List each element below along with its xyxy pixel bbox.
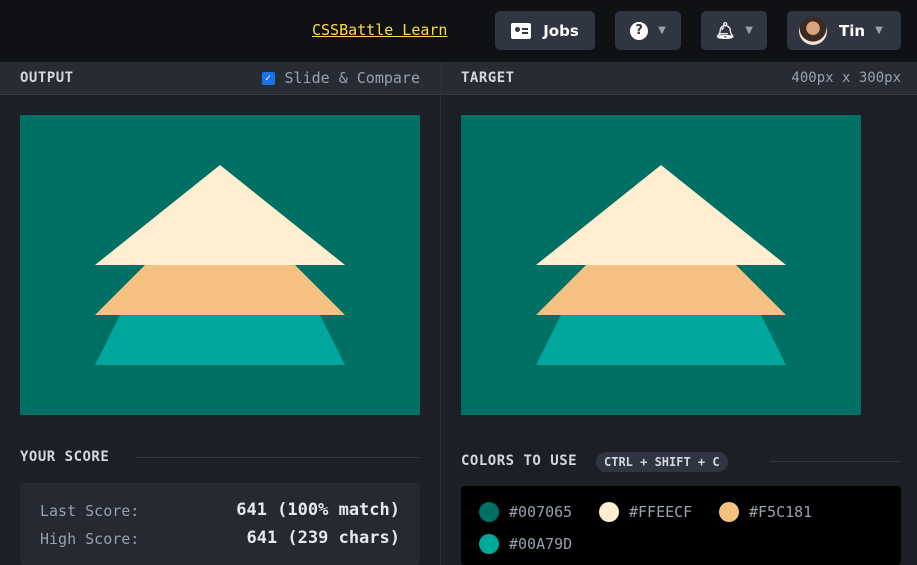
color-dot <box>479 502 499 522</box>
colors-section-title: COLORS TO USE <box>461 453 578 469</box>
color-hex: #F5C181 <box>749 503 813 521</box>
slide-compare-label: Slide & Compare <box>284 69 420 87</box>
chevron-down-icon: ▼ <box>658 25 666 36</box>
avatar <box>799 16 827 45</box>
top-triangle <box>536 165 786 265</box>
middle-band <box>536 265 786 315</box>
score-section-title: YOUR SCORE <box>20 449 110 465</box>
divider <box>136 457 420 458</box>
question-icon: ? <box>630 21 649 40</box>
color-dot <box>599 502 619 522</box>
user-menu-button[interactable]: Tin ▼ <box>787 11 901 50</box>
bell-icon: 🔔︎ <box>714 21 736 40</box>
target-title: TARGET <box>461 70 515 86</box>
chevron-down-icon: ▼ <box>875 25 883 36</box>
bottom-band <box>95 315 345 365</box>
high-score-label: High Score: <box>40 530 140 548</box>
color-hex: #00A79D <box>509 535 573 553</box>
last-score-value: 641 (100% match) <box>236 500 400 520</box>
color-hex: #007065 <box>509 503 573 521</box>
color-swatch[interactable]: #FFEECF <box>599 502 692 522</box>
high-score-value: 641 (239 chars) <box>246 528 400 548</box>
output-canvas[interactable] <box>20 115 420 415</box>
target-panel-header: TARGET 400px x 300px <box>441 62 917 95</box>
last-score-label: Last Score: <box>40 502 140 520</box>
color-dot <box>719 502 739 522</box>
user-name: Tin <box>839 21 866 40</box>
divider <box>770 461 901 462</box>
cssbattle-learn-link[interactable]: CSSBattle Learn <box>312 21 447 39</box>
slide-compare-toggle[interactable]: ✓ Slide & Compare <box>261 69 420 87</box>
bottom-band <box>536 315 786 365</box>
help-menu-button[interactable]: ? ▼ <box>615 11 681 50</box>
middle-band <box>95 265 345 315</box>
notifications-button[interactable]: 🔔︎ ▼ <box>701 11 767 50</box>
colors-palette: #007065 #FFEECF #F5C181 #00A79D <box>461 486 901 565</box>
color-swatch[interactable]: #007065 <box>479 502 572 522</box>
checkbox-checked-icon[interactable]: ✓ <box>261 71 275 85</box>
output-render <box>95 165 345 365</box>
panel-divider[interactable] <box>440 62 441 565</box>
color-hex: #FFEECF <box>629 503 693 521</box>
top-bar: CSSBattle Learn Jobs ? ▼ 🔔︎ ▼ Tin ▼ <box>0 0 917 62</box>
last-score-row: Last Score: 641 (100% match) <box>40 500 400 522</box>
score-card: Last Score: 641 (100% match) High Score:… <box>20 483 420 565</box>
target-render <box>536 165 786 365</box>
shortcut-badge: CTRL + SHIFT + C <box>596 452 728 472</box>
output-panel-header: OUTPUT ✓ Slide & Compare <box>0 62 440 95</box>
id-card-icon <box>511 22 532 39</box>
color-swatch[interactable]: #F5C181 <box>719 502 812 522</box>
canvas-dimensions: 400px x 300px <box>791 70 901 86</box>
color-dot <box>479 534 499 554</box>
jobs-button-label: Jobs <box>543 21 579 40</box>
top-triangle <box>95 165 345 265</box>
color-swatch[interactable]: #00A79D <box>479 534 572 554</box>
jobs-button[interactable]: Jobs <box>495 11 595 50</box>
output-title: OUTPUT <box>20 70 74 86</box>
target-canvas[interactable] <box>461 115 861 415</box>
high-score-row: High Score: 641 (239 chars) <box>40 528 400 550</box>
chevron-down-icon: ▼ <box>745 25 753 36</box>
